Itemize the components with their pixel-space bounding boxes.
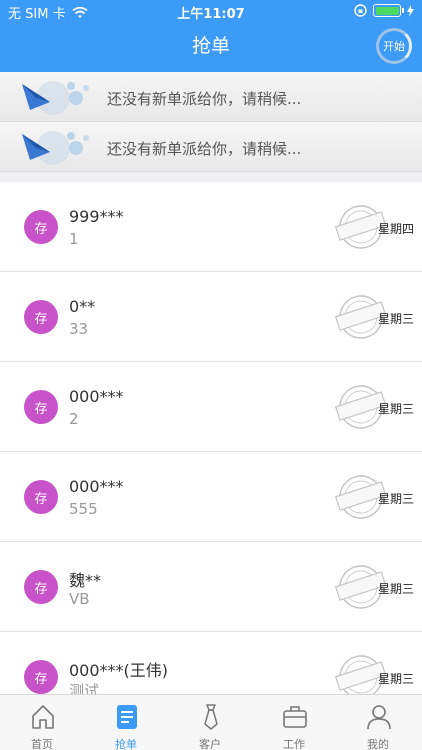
order-row[interactable]: 存 0** 33 星期三 — [0, 272, 422, 362]
tab-label: 首页 — [31, 738, 53, 750]
tab-work[interactable]: 工作 — [252, 695, 336, 750]
page-title: 抢单 — [191, 35, 230, 57]
battery-icon — [373, 4, 404, 17]
order-subtitle: VB — [69, 590, 90, 608]
order-title: 魏** — [69, 571, 102, 590]
order-row[interactable]: 存 000***(王伟) 测试 星期三 — [0, 632, 422, 694]
tab-bar: 首页 抢单 客户 工作 我的 — [0, 694, 422, 750]
order-subtitle: 测试 — [69, 682, 100, 694]
tab-label: 我的 — [367, 738, 389, 750]
start-button[interactable]: 开始 — [376, 28, 412, 64]
tie-icon — [204, 704, 218, 730]
order-title: 000***(王伟) — [69, 661, 169, 680]
tab-customers[interactable]: 客户 — [168, 695, 252, 750]
paper-plane-icon — [22, 81, 89, 115]
order-badge: 存 — [24, 390, 58, 424]
document-icon — [117, 705, 137, 729]
order-title: 0** — [69, 297, 96, 316]
order-subtitle: 2 — [69, 410, 79, 428]
empty-banner: 还没有新单派给你，请稍候... — [0, 122, 422, 172]
start-button-label: 开始 — [383, 40, 405, 53]
charging-icon — [407, 4, 414, 17]
status-right — [354, 4, 414, 17]
order-list[interactable]: 存 999*** 1 星期四 存 0** 33 星期三 存 000*** 2 星… — [0, 182, 422, 694]
briefcase-icon — [283, 706, 307, 728]
banner-text: 还没有新单派给你，请稍候... — [107, 90, 302, 108]
orientation-lock-icon — [354, 4, 367, 17]
order-title: 000*** — [69, 387, 124, 406]
order-badge: 存 — [24, 660, 58, 694]
home-icon — [32, 705, 54, 729]
order-row[interactable]: 存 000*** 2 星期三 — [0, 362, 422, 452]
tab-label: 客户 — [199, 738, 221, 750]
order-subtitle: 1 — [69, 230, 79, 248]
order-weekday: 星期四 — [377, 222, 414, 236]
paper-plane-icon — [22, 131, 89, 165]
order-weekday: 星期三 — [377, 312, 414, 326]
tab-grab-orders[interactable]: 抢单 — [84, 695, 168, 750]
order-badge: 存 — [24, 300, 58, 334]
tab-label: 抢单 — [115, 738, 137, 750]
order-title: 000*** — [69, 477, 124, 496]
order-weekday: 星期三 — [377, 582, 414, 596]
empty-banner: 还没有新单派给你，请稍候... — [0, 72, 422, 122]
order-subtitle: 555 — [69, 500, 98, 518]
tab-home[interactable]: 首页 — [0, 695, 84, 750]
tab-label: 工作 — [283, 738, 305, 750]
order-badge: 存 — [24, 570, 58, 604]
order-subtitle: 33 — [69, 320, 89, 338]
banner-text: 还没有新单派给你，请稍候... — [107, 140, 302, 158]
order-row[interactable]: 存 魏** VB 星期三 — [0, 542, 422, 632]
header: 无 SIM 卡 上午11:07 抢单 开始 — [0, 0, 422, 72]
order-weekday: 星期三 — [377, 672, 414, 686]
order-badge: 存 — [24, 480, 58, 514]
order-title: 999*** — [69, 207, 124, 226]
user-icon — [367, 705, 391, 730]
tab-mine[interactable]: 我的 — [336, 695, 420, 750]
order-badge: 存 — [24, 210, 58, 244]
order-row[interactable]: 存 999*** 1 星期四 — [0, 182, 422, 272]
order-weekday: 星期三 — [377, 492, 414, 506]
status-bar: 无 SIM 卡 上午11:07 — [0, 0, 422, 22]
order-weekday: 星期三 — [377, 402, 414, 416]
order-row[interactable]: 存 000*** 555 星期三 — [0, 452, 422, 542]
